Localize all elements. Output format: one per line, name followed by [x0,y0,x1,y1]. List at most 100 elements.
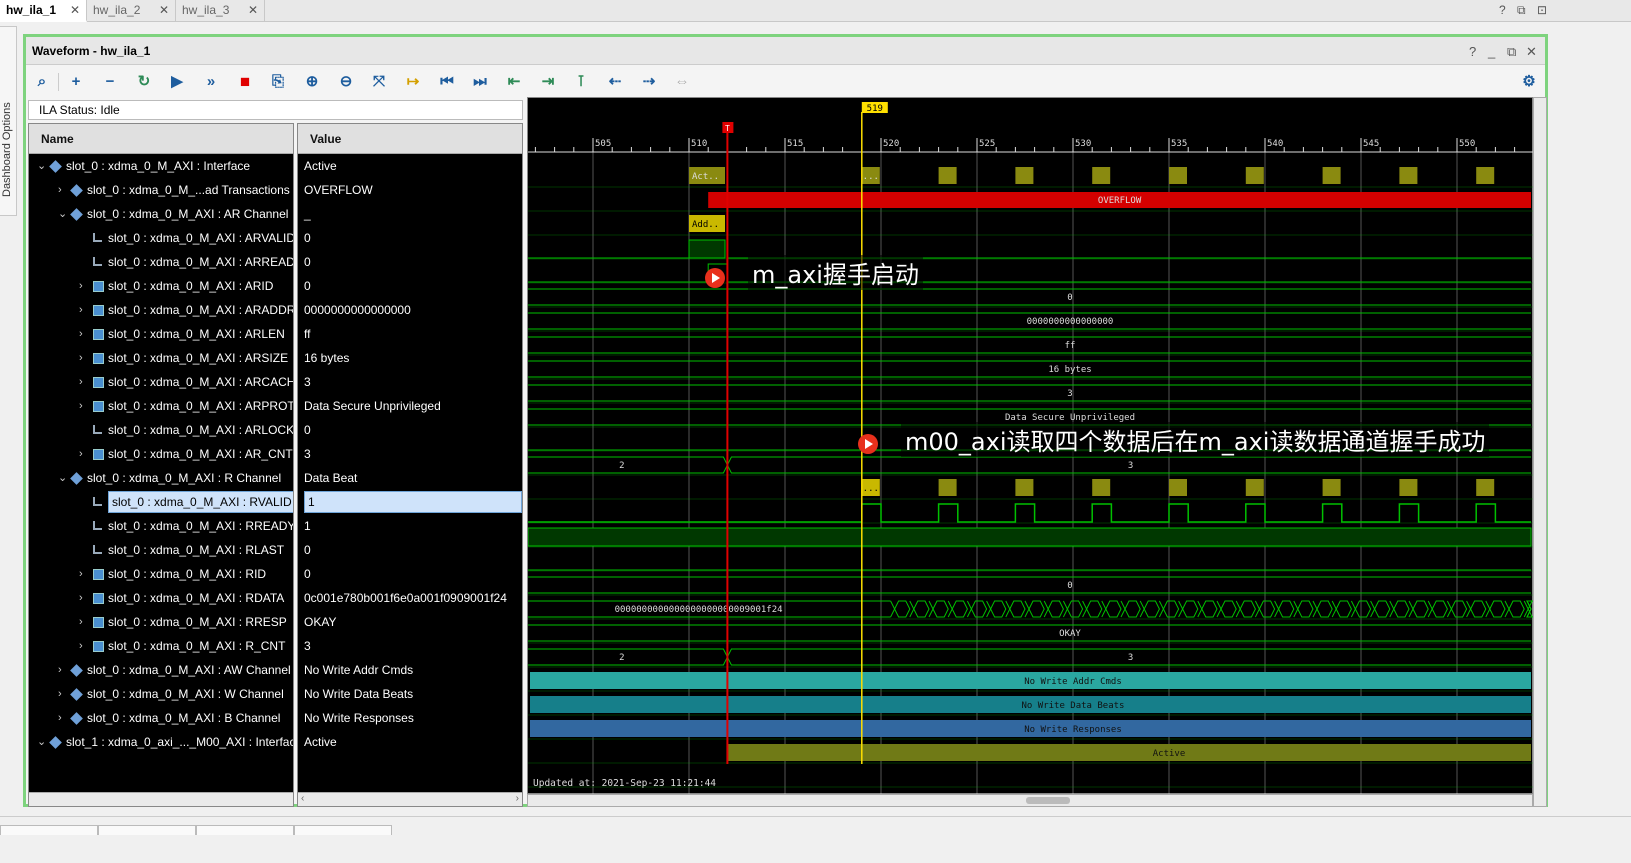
signal-row[interactable]: › slot_0 : xdma_0_M_AXI : RRESP [29,611,293,635]
minimize-icon[interactable]: _ [1488,44,1495,59]
value-row[interactable]: No Write Addr Cmds [298,659,522,683]
signal-row[interactable]: slot_0 : xdma_0_M_AXI : RLAST [29,539,293,563]
scroll-left-icon[interactable]: ‹ [301,793,304,804]
signal-row[interactable]: › slot_0 : xdma_0_M_AXI : ARLEN [29,323,293,347]
chevron-right-icon[interactable]: › [79,443,83,465]
goto-cursor-icon[interactable]: ↦ [401,71,425,93]
value-row[interactable]: 0 [298,539,522,563]
signal-row[interactable]: ⌄ slot_1 : xdma_0_axi_..._M00_AXI : Inter… [29,731,293,755]
run-trigger-icon[interactable]: ▶ [165,71,189,93]
signal-row[interactable]: ⌄ slot_0 : xdma_0_M_AXI : Interface [29,155,293,179]
prev-marker-icon[interactable]: ⇠ [603,71,627,93]
name-column-header[interactable]: Name [29,124,293,154]
chevron-right-icon[interactable]: › [79,347,83,369]
close-icon[interactable]: ✕ [70,0,80,20]
signal-row[interactable]: › slot_0 : xdma_0_M_AXI : AW Channel [29,659,293,683]
value-row[interactable]: 3 [298,635,522,659]
signal-row[interactable]: › slot_0 : xdma_0_M_AXI : B Channel [29,707,293,731]
chevron-right-icon[interactable]: › [79,299,83,321]
close-icon[interactable]: ✕ [1526,44,1537,60]
signal-row[interactable]: slot_0 : xdma_0_M_AXI : RREADY [29,515,293,539]
value-row[interactable]: No Write Responses [298,707,522,731]
value-row[interactable]: 1 [298,515,522,539]
signal-row[interactable]: slot_0 : xdma_0_M_AXI : ARLOCK [29,419,293,443]
chevron-down-icon[interactable]: ⌄ [58,203,67,225]
chevron-right-icon[interactable]: › [79,611,83,633]
signal-row[interactable]: slot_0 : xdma_0_M_AXI : ARREADY [29,251,293,275]
chevron-right-icon[interactable]: › [58,683,62,705]
settings-icon[interactable]: ⚙ [1517,71,1541,93]
value-row[interactable]: Data Secure Unprivileged [298,395,522,419]
value-row[interactable]: 0c001e780b001f6e0a001f0909001f24 [298,587,522,611]
chevron-right-icon[interactable]: › [79,635,83,657]
bottom-tab[interactable] [98,825,196,835]
chevron-down-icon[interactable]: ⌄ [37,731,46,753]
signal-row[interactable]: › slot_0 : xdma_0_M_...ad Transactions 0 [29,179,293,203]
zoom-in-icon[interactable]: ⊕ [300,71,324,93]
signal-row[interactable]: ⌄ slot_0 : xdma_0_M_AXI : AR Channel [29,203,293,227]
chevron-right-icon[interactable]: › [79,587,83,609]
value-column-header[interactable]: Value [298,124,522,154]
close-icon[interactable]: ✕ [248,0,258,20]
scroll-thumb[interactable] [1026,797,1070,804]
chevron-right-icon[interactable]: › [79,563,83,585]
value-row[interactable]: OVERFLOW [298,179,522,203]
zoom-fit-icon[interactable]: ⤧ [367,71,391,93]
bottom-tab[interactable] [196,825,294,835]
value-row[interactable]: 1 [298,491,522,515]
maximize-icon[interactable]: ⊡ [1537,3,1547,17]
signal-row[interactable]: › slot_0 : xdma_0_M_AXI : ARID [29,275,293,299]
chevron-right-icon[interactable]: › [79,323,83,345]
close-icon[interactable]: ✕ [159,0,169,20]
swap-cursors-icon[interactable]: ⇔ [670,71,694,93]
value-row[interactable]: 0 [298,563,522,587]
dashboard-options-tab[interactable]: Dashboard Options [0,26,17,216]
zoom-search-icon[interactable]: ⌕ [30,71,54,93]
value-column-scrollbar[interactable]: ‹ › [298,792,522,806]
chevron-right-icon[interactable]: › [58,707,62,729]
next-transition-icon[interactable]: ⇥ [536,71,560,93]
refresh-icon[interactable]: ↻ [132,71,156,93]
value-row[interactable]: 0 [298,251,522,275]
waveform-vertical-scrollbar[interactable] [1533,97,1547,807]
next-marker-icon[interactable]: ⇢ [637,71,661,93]
bottom-tab[interactable] [0,825,98,835]
add-marker-icon[interactable]: ⊺ [569,71,593,93]
tab-hw-ila-3[interactable]: hw_ila_3 ✕ [176,0,265,22]
value-row[interactable]: Data Beat [298,467,522,491]
chevron-right-icon[interactable]: › [79,395,83,417]
value-row[interactable]: 3 [298,371,522,395]
signal-row[interactable]: › slot_0 : xdma_0_M_AXI : ARPROT [29,395,293,419]
value-row[interactable]: 0000000000000000 [298,299,522,323]
value-row[interactable]: Active [298,155,522,179]
value-row[interactable]: 0 [298,227,522,251]
help-icon[interactable]: ? [1499,3,1506,17]
signal-row[interactable]: › slot_0 : xdma_0_M_AXI : W Channel [29,683,293,707]
value-row[interactable]: ff [298,323,522,347]
stop-icon[interactable]: ■ [233,71,257,93]
signal-row[interactable]: ⌄ slot_0 : xdma_0_M_AXI : R Channel [29,467,293,491]
prev-transition-icon[interactable]: ⇤ [502,71,526,93]
chevron-right-icon[interactable]: › [58,179,62,201]
export-icon[interactable]: ⎘ [266,71,290,93]
remove-icon[interactable]: − [98,71,122,93]
scroll-right-icon[interactable]: › [516,793,519,804]
bottom-tab[interactable] [294,825,392,835]
chevron-down-icon[interactable]: ⌄ [37,155,46,177]
signal-row[interactable]: › slot_0 : xdma_0_M_AXI : ARCACHE [29,371,293,395]
add-icon[interactable]: + [64,71,88,93]
chevron-down-icon[interactable]: ⌄ [58,467,67,489]
signal-row[interactable]: slot_0 : xdma_0_M_AXI : ARVALID [29,227,293,251]
value-row[interactable]: OKAY [298,611,522,635]
zoom-out-icon[interactable]: ⊖ [334,71,358,93]
value-row[interactable]: 3 [298,443,522,467]
run-immediate-icon[interactable]: » [199,71,223,93]
signal-row[interactable]: › slot_0 : xdma_0_M_AXI : RID [29,563,293,587]
value-row[interactable]: 0 [298,275,522,299]
value-row[interactable]: 16 bytes [298,347,522,371]
chevron-right-icon[interactable]: › [79,371,83,393]
value-row[interactable]: 0 [298,419,522,443]
signal-row[interactable]: › slot_0 : xdma_0_M_AXI : ARSIZE [29,347,293,371]
go-to-end-icon[interactable]: ⏭ [468,71,492,93]
signal-row[interactable]: › slot_0 : xdma_0_M_AXI : AR_CNT [29,443,293,467]
